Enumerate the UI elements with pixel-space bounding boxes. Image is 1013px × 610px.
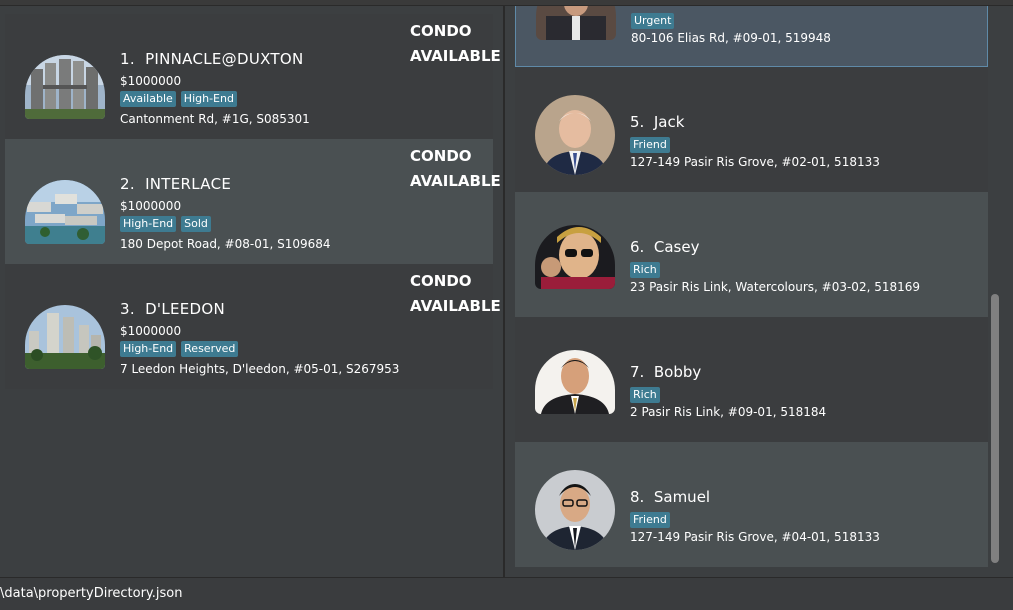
person-tags: Friend xyxy=(630,137,670,153)
tag-badge: Available xyxy=(120,91,176,107)
tag-badge: High-End xyxy=(180,91,237,107)
tag-badge: Friend xyxy=(630,137,670,153)
property-address: 180 Depot Road, #08-01, S109684 xyxy=(120,237,331,251)
person-tags: Friend xyxy=(630,512,670,528)
person-name: 8. Samuel xyxy=(630,488,711,506)
tag-badge: Urgent xyxy=(631,13,675,29)
property-tags: Available High-End xyxy=(120,91,237,107)
property-name: 2. INTERLACE xyxy=(120,175,232,193)
person-tags: Rich xyxy=(630,387,660,403)
property-address: 7 Leedon Heights, D'leedon, #05-01, S267… xyxy=(120,362,400,376)
property-card-1[interactable]: 1. PINNACLE@DUXTON $1000000 Available Hi… xyxy=(5,14,501,139)
tag-badge: Rich xyxy=(630,387,660,403)
tag-badge: Sold xyxy=(181,216,211,232)
person-tags: Urgent xyxy=(631,13,675,29)
person-name: 6. Casey xyxy=(630,238,700,256)
person-card-4[interactable]: Urgent 80-106 Elias Rd, #09-01, 519948 xyxy=(515,6,988,67)
property-tags: High-End Sold xyxy=(120,216,211,232)
property-photo xyxy=(25,305,105,369)
property-name: 1. PINNACLE@DUXTON xyxy=(120,50,304,68)
property-name: 3. D'LEEDON xyxy=(120,300,226,318)
tag-badge: Rich xyxy=(630,262,660,278)
property-address: Cantonment Rd, #1G, S085301 xyxy=(120,112,310,126)
person-address: 127-149 Pasir Ris Grove, #04-01, 518133 xyxy=(630,530,880,544)
property-photo xyxy=(25,180,105,244)
property-price: $1000000 xyxy=(120,74,182,88)
property-type-status: CONDO AVAILABLE xyxy=(410,144,501,194)
property-availability: AVAILABLE xyxy=(410,172,501,190)
person-card-6[interactable]: 6. Casey Rich 23 Pasir Ris Link, Waterco… xyxy=(515,192,988,317)
property-type-status: CONDO AVAILABLE xyxy=(410,269,501,319)
person-tags: Rich xyxy=(630,262,660,278)
person-photo xyxy=(535,225,615,289)
tag-badge: High-End xyxy=(120,341,177,357)
property-tags: High-End Reserved xyxy=(120,341,239,357)
person-photo xyxy=(535,95,615,175)
person-card-5[interactable]: 5. Jack Friend 127-149 Pasir Ris Grove, … xyxy=(515,67,988,192)
property-photo xyxy=(25,55,105,119)
property-type: CONDO xyxy=(410,272,472,290)
property-price: $1000000 xyxy=(120,199,182,213)
person-photo xyxy=(536,6,616,40)
person-address: 127-149 Pasir Ris Grove, #02-01, 518133 xyxy=(630,155,880,169)
property-availability: AVAILABLE xyxy=(410,297,501,315)
property-price: $1000000 xyxy=(120,324,182,338)
property-type-status: CONDO AVAILABLE xyxy=(410,19,501,69)
person-name: 5. Jack xyxy=(630,113,685,131)
tag-badge: High-End xyxy=(120,216,177,232)
person-card-7[interactable]: 7. Bobby Rich 2 Pasir Ris Link, #09-01, … xyxy=(515,317,988,442)
tag-badge: Friend xyxy=(630,512,670,528)
person-address: 80-106 Elias Rd, #09-01, 519948 xyxy=(631,31,831,45)
scrollbar-thumb[interactable] xyxy=(991,294,999,563)
person-photo xyxy=(535,470,615,550)
person-list-panel[interactable]: Urgent 80-106 Elias Rd, #09-01, 519948 5… xyxy=(505,6,1013,577)
person-name: 7. Bobby xyxy=(630,363,702,381)
tag-badge: Reserved xyxy=(181,341,239,357)
property-type: CONDO xyxy=(410,22,472,40)
property-card-2[interactable]: 2. INTERLACE $1000000 High-End Sold 180 … xyxy=(5,139,501,264)
person-address: 23 Pasir Ris Link, Watercolours, #03-02,… xyxy=(630,280,921,294)
property-availability: AVAILABLE xyxy=(410,47,501,65)
person-photo xyxy=(535,350,615,414)
status-file-path: \data\propertyDirectory.json xyxy=(0,586,183,601)
property-type: CONDO xyxy=(410,147,472,165)
status-bar: \data\propertyDirectory.json xyxy=(0,577,1013,610)
property-list-panel[interactable]: 1. PINNACLE@DUXTON $1000000 Available Hi… xyxy=(0,6,503,577)
person-card-8[interactable]: 8. Samuel Friend 127-149 Pasir Ris Grove… xyxy=(515,442,988,567)
person-address: 2 Pasir Ris Link, #09-01, 518184 xyxy=(630,405,827,419)
property-card-3[interactable]: 3. D'LEEDON $1000000 High-End Reserved 7… xyxy=(5,264,501,389)
